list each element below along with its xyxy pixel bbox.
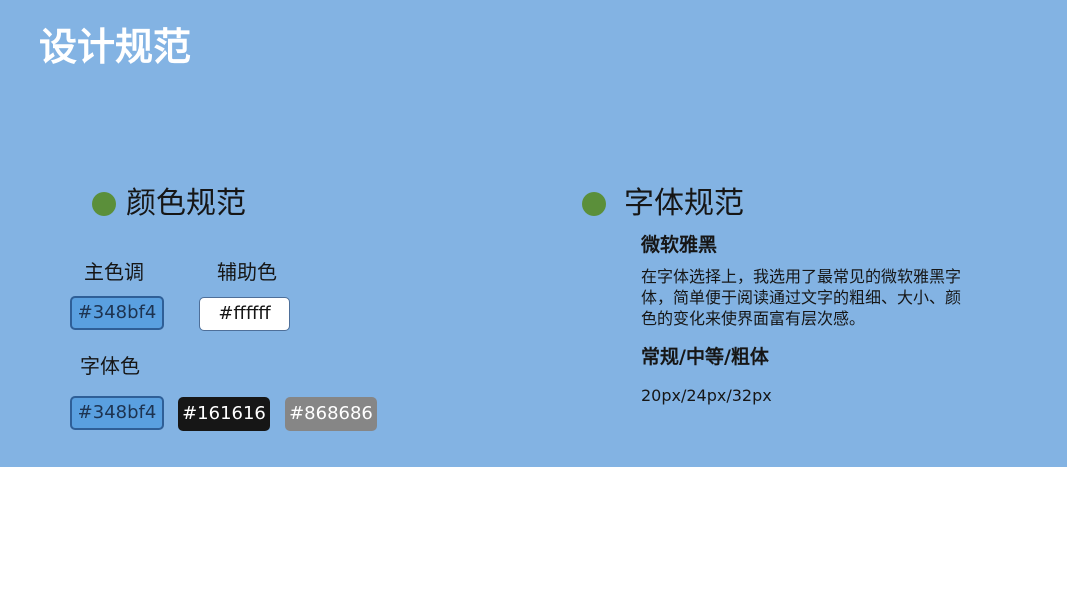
font-spec-heading-text: 字体规范 (624, 186, 744, 221)
font-weights: 常规/中等/粗体 (641, 346, 769, 368)
color-spec-heading: 颜色规范 (92, 189, 246, 219)
secondary-color-label: 辅助色 (217, 260, 277, 284)
page: 设计规范 颜色规范 主色调 辅助色 #348bf4 #ffffff 字体色 #3… (0, 0, 1067, 600)
bullet-dot-icon (582, 192, 606, 216)
primary-color-label: 主色调 (84, 260, 144, 284)
primary-color-swatch: #348bf4 (70, 296, 164, 330)
font-color-label: 字体色 (80, 354, 140, 378)
font-sizes: 20px/24px/32px (641, 386, 772, 405)
content-panel: 设计规范 颜色规范 主色调 辅助色 #348bf4 #ffffff 字体色 #3… (0, 0, 1067, 467)
font-color-swatch-gray: #868686 (285, 397, 377, 431)
font-color-swatch-black: #161616 (178, 397, 270, 431)
page-title: 设计规范 (39, 25, 192, 69)
color-spec-heading-text: 颜色规范 (126, 186, 246, 221)
font-color-swatch-blue: #348bf4 (70, 396, 164, 430)
font-name: 微软雅黑 (641, 234, 718, 256)
font-description: 在字体选择上，我选用了最常见的微软雅黑字体，简单便于阅读通过文字的粗细、大小、颜… (641, 267, 962, 328)
secondary-color-swatch: #ffffff (199, 297, 290, 331)
bullet-dot-icon (92, 192, 116, 216)
font-spec-heading: 字体规范 (582, 189, 744, 219)
